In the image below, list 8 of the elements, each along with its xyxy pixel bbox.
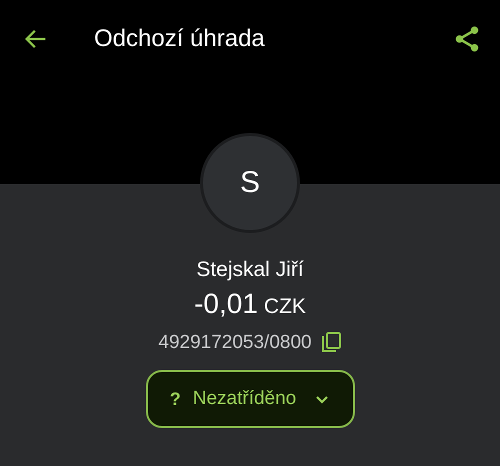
- account-number: 4929172053/0800: [158, 332, 312, 354]
- category-dropdown[interactable]: ? Nezatříděno: [146, 370, 354, 428]
- payee-name: Stejskal Jiří: [196, 258, 304, 282]
- currency: CZK: [264, 295, 306, 319]
- amount: -0,01: [194, 288, 258, 320]
- avatar: S: [200, 133, 300, 233]
- page-title: Odchozí úhrada: [94, 25, 266, 53]
- copy-icon[interactable]: [322, 332, 342, 354]
